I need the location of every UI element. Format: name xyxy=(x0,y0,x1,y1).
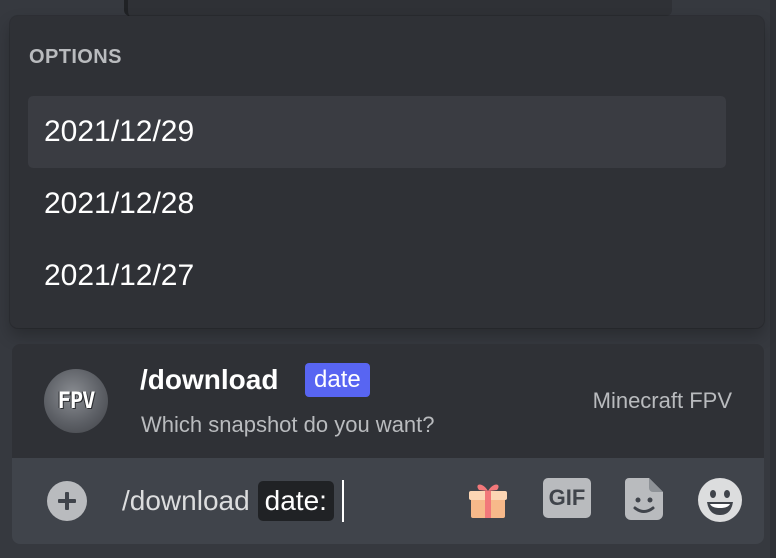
scrollbar-track[interactable] xyxy=(770,0,776,558)
command-option-pill[interactable]: date xyxy=(305,363,370,397)
option-list: 2021/12/29 2021/12/28 2021/12/27 xyxy=(28,96,726,312)
gift-button[interactable] xyxy=(466,478,510,522)
options-popup: OPTIONS 2021/12/29 2021/12/28 2021/12/27 xyxy=(10,16,764,328)
option-item[interactable]: 2021/12/28 xyxy=(28,168,726,240)
sticker-icon xyxy=(623,478,665,526)
command-description: Which snapshot do you want? xyxy=(141,412,435,437)
gift-icon xyxy=(466,484,510,526)
previous-message-block xyxy=(124,0,672,16)
command-preview: FPV /download date Which snapshot do you… xyxy=(12,344,764,458)
upload-plus-button[interactable] xyxy=(47,481,87,521)
sticker-button[interactable] xyxy=(623,476,665,522)
option-item[interactable]: 2021/12/29 xyxy=(28,96,726,168)
input-command-text: /download xyxy=(122,485,250,516)
options-header: OPTIONS xyxy=(29,46,122,68)
gif-button[interactable]: GIF xyxy=(543,478,591,518)
app-root: OPTIONS 2021/12/29 2021/12/28 2021/12/27… xyxy=(0,0,776,558)
app-avatar: FPV xyxy=(44,369,108,433)
option-item[interactable]: 2021/12/27 xyxy=(28,240,726,312)
avatar-text: FPV xyxy=(57,388,96,414)
gif-icon: GIF xyxy=(548,485,586,510)
input-option-token[interactable]: date: xyxy=(257,481,334,521)
command-name: /download xyxy=(140,364,279,395)
emoji-icon xyxy=(697,478,743,527)
text-caret xyxy=(341,480,344,522)
emoji-button[interactable] xyxy=(697,477,743,523)
message-input[interactable]: /download date: xyxy=(122,478,344,524)
message-input-bar: /download date: GIF xyxy=(12,458,764,544)
app-name: Minecraft FPV xyxy=(592,388,732,413)
plus-icon xyxy=(56,490,78,512)
